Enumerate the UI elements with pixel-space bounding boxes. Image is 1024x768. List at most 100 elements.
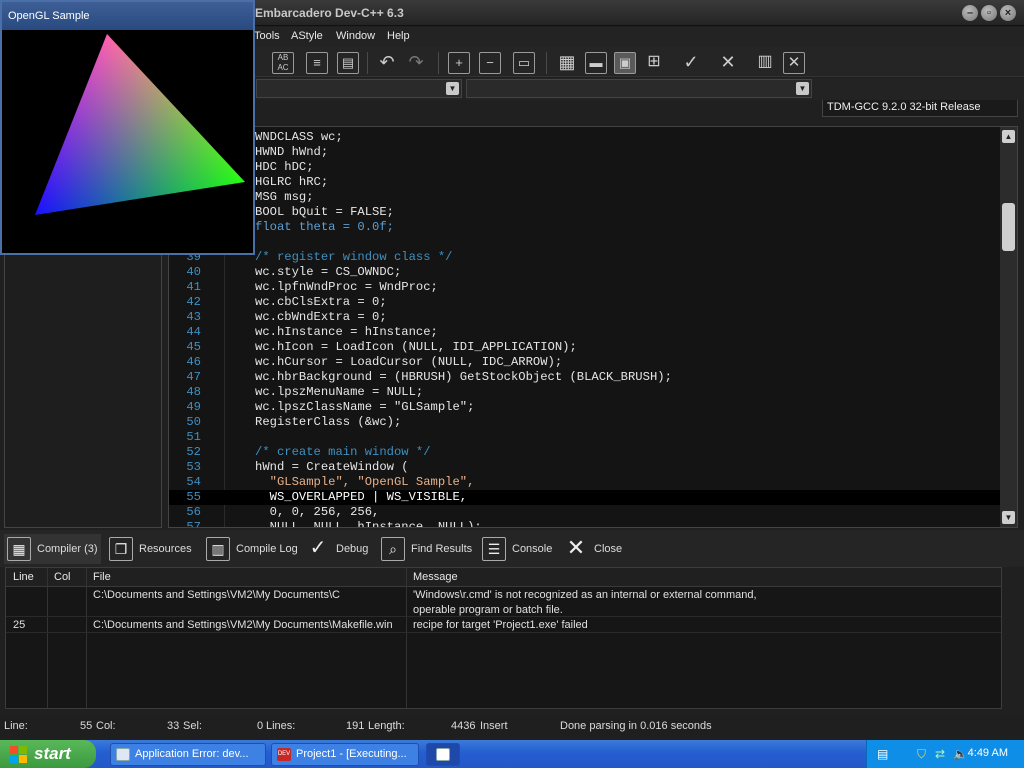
code-text: /* register window class */ bbox=[255, 250, 453, 264]
code-text: hWnd = CreateWindow ( bbox=[255, 460, 409, 474]
keyboard-icon[interactable]: ▤ bbox=[877, 747, 888, 761]
code-line[interactable]: BOOL bQuit = FALSE; bbox=[169, 205, 1001, 220]
replace-icon[interactable]: AB AC bbox=[272, 52, 294, 74]
code-text: 0, 0, 256, 256, bbox=[255, 505, 380, 519]
code-line[interactable]: 43 wc.cbWndExtra = 0; bbox=[169, 310, 1001, 325]
function-combo[interactable]: ▼ bbox=[466, 79, 812, 98]
profile-icon[interactable]: ▥ bbox=[754, 52, 776, 74]
indent-icon[interactable]: ≡ bbox=[306, 52, 328, 74]
code-line[interactable]: 40 wc.style = CS_OWNDC; bbox=[169, 265, 1001, 280]
scroll-down-icon[interactable]: ▼ bbox=[1002, 511, 1015, 524]
devcpp-icon: DEV bbox=[277, 748, 291, 761]
code-line[interactable]: float theta = 0.0f; bbox=[169, 220, 1001, 235]
code-text: wc.hIcon = LoadIcon (NULL, IDI_APPLICATI… bbox=[255, 340, 577, 354]
new-project-icon[interactable]: + bbox=[448, 52, 470, 74]
tab-label: Compiler (3) bbox=[37, 543, 98, 555]
stop-execution-icon[interactable]: ✕ bbox=[717, 52, 739, 74]
scroll-up-icon[interactable]: ▲ bbox=[1002, 130, 1015, 143]
compile-icon[interactable]: ▦ bbox=[556, 52, 578, 74]
status-lines-value: 191 bbox=[346, 720, 365, 732]
minimize-button[interactable]: – bbox=[962, 5, 978, 21]
tab-close[interactable]: ✕ Close bbox=[561, 534, 625, 564]
gl-window-title: OpenGL Sample bbox=[2, 2, 253, 30]
code-line[interactable]: 42 wc.cbClsExtra = 0; bbox=[169, 295, 1001, 310]
tab-resources[interactable]: ❐ Resources bbox=[106, 534, 195, 564]
code-line[interactable]: 46 wc.hCursor = LoadCursor (NULL, IDC_ARR… bbox=[169, 355, 1001, 370]
editor-scrollbar[interactable]: ▲ ▼ bbox=[1000, 127, 1017, 527]
code-line[interactable]: HWND hWnd; bbox=[169, 145, 1001, 160]
menu-tools[interactable]: Tools bbox=[254, 30, 280, 42]
compiler-select[interactable]: TDM-GCC 9.2.0 32-bit Release bbox=[822, 97, 1018, 117]
compiler-results-table[interactable]: Line Col File Message C:\Documents and S… bbox=[5, 567, 1002, 709]
class-combo[interactable]: ▼ bbox=[256, 79, 462, 98]
code-line[interactable]: 39/* register window class */ bbox=[169, 250, 1001, 265]
code-line[interactable]: HDC hDC; bbox=[169, 160, 1001, 175]
tab-find-results[interactable]: ⌕ Find Results bbox=[378, 534, 475, 564]
compile-run-icon[interactable]: ▣ bbox=[614, 52, 636, 74]
col-line[interactable]: Line bbox=[13, 571, 34, 583]
code-editor[interactable]: WNDCLASS wc; HWND hWnd; HDC hDC; HGLRC hRC;… bbox=[168, 126, 1018, 528]
code-line[interactable]: 49 wc.lpszClassName = "GLSample"; bbox=[169, 400, 1001, 415]
line-number: 57 bbox=[186, 520, 201, 528]
menu-window[interactable]: Window bbox=[336, 30, 375, 42]
system-tray: ▤ ⛉ ⇄ 🔈 4:49 AM bbox=[866, 740, 1024, 768]
col-file[interactable]: File bbox=[93, 571, 111, 583]
chevron-down-icon[interactable]: ▼ bbox=[446, 82, 459, 95]
delete-profile-icon[interactable]: ✕ bbox=[783, 52, 805, 74]
check-syntax-icon[interactable]: ✓ bbox=[680, 52, 702, 74]
start-button[interactable]: start bbox=[0, 740, 96, 768]
code-text: HDC hDC; bbox=[255, 160, 314, 174]
line-number: 44 bbox=[186, 325, 201, 339]
code-line[interactable] bbox=[169, 235, 1001, 250]
windows-flag-icon bbox=[10, 746, 27, 763]
code-line[interactable]: HGLRC hRC; bbox=[169, 175, 1001, 190]
menu-astyle[interactable]: AStyle bbox=[291, 30, 323, 42]
tab-label: Close bbox=[594, 543, 623, 555]
code-line[interactable]: 54 "GLSample", "OpenGL Sample", bbox=[169, 475, 1001, 490]
code-line[interactable]: 53 hWnd = CreateWindow ( bbox=[169, 460, 1001, 475]
scroll-thumb[interactable] bbox=[1002, 203, 1015, 251]
network-icon[interactable]: ⇄ bbox=[935, 747, 945, 761]
task-project1[interactable]: DEV Project1 - [Executing... bbox=[271, 743, 419, 766]
run-icon[interactable]: ▬ bbox=[585, 52, 607, 74]
opengl-sample-window[interactable]: OpenGL Sample bbox=[0, 0, 255, 255]
code-line[interactable]: 52 /* create main window */ bbox=[169, 445, 1001, 460]
code-line[interactable]: 45 wc.hIcon = LoadIcon (NULL, IDI_APPLICA… bbox=[169, 340, 1001, 355]
resources-icon: ❐ bbox=[109, 537, 133, 561]
code-line[interactable]: 50 RegisterClass (&wc); bbox=[169, 415, 1001, 430]
remove-file-icon[interactable]: − bbox=[479, 52, 501, 74]
menu-help[interactable]: Help bbox=[387, 30, 410, 42]
close-button[interactable]: × bbox=[1000, 5, 1016, 21]
col-message[interactable]: Message bbox=[413, 571, 458, 583]
status-col-value: 33 bbox=[167, 720, 180, 732]
code-line[interactable]: 48 wc.lpszMenuName = NULL; bbox=[169, 385, 1001, 400]
tab-label: Resources bbox=[139, 543, 192, 555]
project-options-icon[interactable]: ▭ bbox=[513, 52, 535, 74]
code-line[interactable]: 56 0, 0, 256, 256, bbox=[169, 505, 1001, 520]
tab-console[interactable]: ☰ Console bbox=[479, 534, 555, 564]
code-line[interactable]: 55 WS_OVERLAPPED | WS_VISIBLE, bbox=[169, 490, 1001, 505]
task-app-error[interactable]: Application Error: dev... bbox=[110, 743, 266, 766]
redo-icon[interactable]: ↷ bbox=[405, 52, 427, 74]
tab-compiler[interactable]: ▦ Compiler (3) bbox=[4, 534, 101, 564]
code-line[interactable]: 51 bbox=[169, 430, 1001, 445]
code-line[interactable]: WNDCLASS wc; bbox=[169, 130, 1001, 145]
code-line[interactable]: 44 wc.hInstance = hInstance; bbox=[169, 325, 1001, 340]
tab-compile-log[interactable]: ▥ Compile Log bbox=[203, 534, 301, 564]
security-shield-icon[interactable]: ⛉ bbox=[917, 747, 926, 762]
rebuild-icon[interactable]: ⊞ bbox=[643, 52, 665, 74]
line-number: 42 bbox=[186, 295, 201, 309]
table-header: Line Col File Message bbox=[6, 568, 1001, 587]
toggle-comment-icon[interactable]: ▤ bbox=[337, 52, 359, 74]
task-opengl-sample[interactable] bbox=[426, 743, 460, 766]
code-line[interactable]: 47 wc.hbrBackground = (HBRUSH) GetStockOb… bbox=[169, 370, 1001, 385]
undo-icon[interactable]: ↶ bbox=[376, 52, 398, 74]
chevron-down-icon[interactable]: ▼ bbox=[796, 82, 809, 95]
col-col[interactable]: Col bbox=[54, 571, 71, 583]
code-line[interactable]: 57 NULL, NULL, hInstance, NULL); bbox=[169, 520, 1001, 528]
code-line[interactable]: 41 wc.lpfnWndProc = WndProc; bbox=[169, 280, 1001, 295]
volume-icon[interactable]: 🔈 bbox=[953, 747, 968, 761]
maximize-button[interactable]: ▫ bbox=[981, 5, 997, 21]
tab-debug[interactable]: ✓ Debug bbox=[303, 534, 371, 564]
code-line[interactable]: MSG msg; bbox=[169, 190, 1001, 205]
